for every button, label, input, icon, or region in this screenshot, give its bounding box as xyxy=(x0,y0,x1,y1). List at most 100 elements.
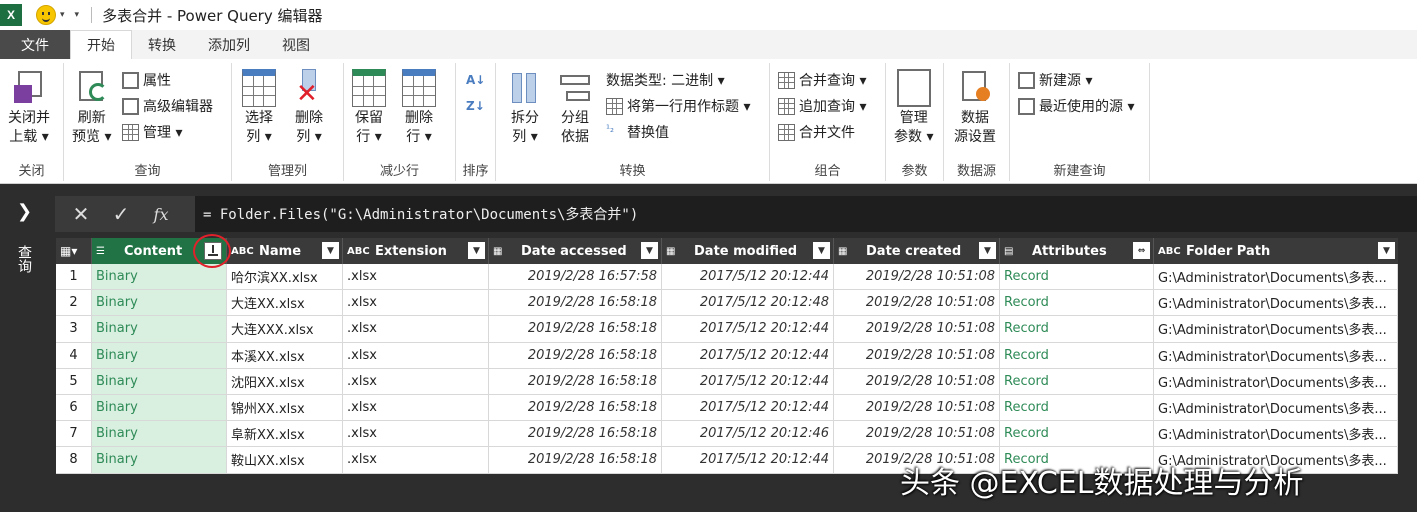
close-apply-button[interactable]: 关闭并 上载 ▾ xyxy=(8,69,50,147)
date-modified-cell[interactable]: 2017/5/12 20:12:46 xyxy=(662,421,834,448)
filter-dropdown-icon[interactable]: ▼ xyxy=(813,242,830,259)
expand-record-icon[interactable]: ⇔ xyxy=(1133,242,1150,259)
row-number[interactable]: 4 xyxy=(56,342,92,369)
group-by-button[interactable]: 分组 依据 xyxy=(558,69,592,147)
date-accessed-cell[interactable]: 2019/2/28 16:58:18 xyxy=(489,316,662,343)
refresh-preview-button[interactable]: 刷新 预览 ▾ xyxy=(72,69,111,147)
content-cell[interactable]: Binary xyxy=(92,368,227,395)
commit-formula-icon[interactable]: ✓ xyxy=(101,196,141,232)
row-number[interactable]: 2 xyxy=(56,290,92,317)
column-header-name[interactable]: ABC Name ▼ xyxy=(227,238,343,264)
date-modified-cell[interactable]: 2017/5/12 20:12:44 xyxy=(662,342,834,369)
formula-input[interactable]: = Folder.Files("G:\Administrator\Documen… xyxy=(195,196,1417,232)
attributes-cell[interactable]: Record xyxy=(1000,368,1154,395)
content-cell[interactable]: Binary xyxy=(92,264,227,291)
choose-columns-button[interactable]: 选择 列 ▾ xyxy=(242,69,276,147)
column-header-date-accessed[interactable]: ▦ Date accessed ▼ xyxy=(489,238,662,264)
quick-access-customize-icon[interactable]: ▾ xyxy=(75,10,80,20)
manage-parameters-button[interactable]: 管理 参数 ▾ xyxy=(894,69,933,147)
date-modified-cell[interactable]: 2017/5/12 20:12:48 xyxy=(662,290,834,317)
smiley-dropdown-icon[interactable]: ▾ xyxy=(60,10,65,20)
extension-cell[interactable]: .xlsx xyxy=(343,421,489,448)
attributes-cell[interactable]: Record xyxy=(1000,316,1154,343)
column-header-date-created[interactable]: ▦ Date created ▼ xyxy=(834,238,1000,264)
tab-add-column[interactable]: 添加列 xyxy=(192,30,266,59)
date-created-cell[interactable]: 2019/2/28 10:51:08 xyxy=(834,290,1000,317)
expand-queries-icon[interactable]: ❯ xyxy=(17,201,32,222)
attributes-cell[interactable]: Record xyxy=(1000,421,1154,448)
table-row[interactable]: 6 Binary 锦州XX.xlsx .xlsx 2019/2/28 16:58:18 2… xyxy=(56,394,1398,422)
append-queries-button[interactable]: 追加查询 ▾ xyxy=(778,95,866,117)
keep-rows-button[interactable]: 保留 行 ▾ xyxy=(352,69,386,147)
advanced-editor-button[interactable]: 高级编辑器 xyxy=(122,95,213,117)
row-number[interactable]: 1 xyxy=(56,264,92,291)
date-modified-cell[interactable]: 2017/5/12 20:12:44 xyxy=(662,264,834,291)
table-row[interactable]: 3 Binary 大连XXX.xlsx .xlsx 2019/2/28 16:58:18… xyxy=(56,316,1398,343)
date-created-cell[interactable]: 2019/2/28 10:51:08 xyxy=(834,342,1000,369)
extension-cell[interactable]: .xlsx xyxy=(343,264,489,291)
date-modified-cell[interactable]: 2017/5/12 20:12:44 xyxy=(662,368,834,395)
tab-home[interactable]: 开始 xyxy=(70,30,132,59)
folder-path-cell[interactable]: G:\Administrator\Documents\多表... xyxy=(1154,316,1398,343)
date-modified-cell[interactable]: 2017/5/12 20:12:44 xyxy=(662,316,834,343)
row-number[interactable]: 7 xyxy=(56,421,92,448)
name-cell[interactable]: 本溪XX.xlsx xyxy=(227,342,343,369)
manage-button[interactable]: 管理 ▾ xyxy=(122,121,182,143)
filter-dropdown-icon[interactable]: ▼ xyxy=(468,242,485,259)
date-accessed-cell[interactable]: 2019/2/28 16:58:18 xyxy=(489,421,662,448)
name-cell[interactable]: 大连XXX.xlsx xyxy=(227,316,343,343)
recent-sources-button[interactable]: 最近使用的源 ▾ xyxy=(1018,95,1134,117)
table-row[interactable]: 1 Binary 哈尔滨XX.xlsx .xlsx 2019/2/28 16:57:58… xyxy=(56,264,1398,291)
content-cell[interactable]: Binary xyxy=(92,290,227,317)
extension-cell[interactable]: .xlsx xyxy=(343,447,489,474)
row-number[interactable]: 8 xyxy=(56,447,92,474)
date-modified-cell[interactable]: 2017/5/12 20:12:44 xyxy=(662,394,834,422)
name-cell[interactable]: 阜新XX.xlsx xyxy=(227,421,343,448)
date-accessed-cell[interactable]: 2019/2/28 16:58:18 xyxy=(489,394,662,422)
replace-values-button[interactable]: ¹₂ 替换值 xyxy=(606,121,669,143)
name-cell[interactable]: 沈阳XX.xlsx xyxy=(227,368,343,395)
column-header-attributes[interactable]: ▤ Attributes ⇔ xyxy=(1000,238,1154,264)
tab-file[interactable]: 文件 xyxy=(0,30,70,59)
split-column-button[interactable]: 拆分 列 ▾ xyxy=(508,69,542,147)
fx-icon[interactable]: fx xyxy=(141,196,181,232)
row-number[interactable]: 5 xyxy=(56,368,92,395)
table-row[interactable]: 5 Binary 沈阳XX.xlsx .xlsx 2019/2/28 16:58:18 2… xyxy=(56,368,1398,395)
attributes-cell[interactable]: Record xyxy=(1000,290,1154,317)
remove-columns-button[interactable]: ✕ 删除 列 ▾ xyxy=(292,69,326,147)
name-cell[interactable]: 鞍山XX.xlsx xyxy=(227,447,343,474)
column-header-folder-path[interactable]: ABC Folder Path ▼ xyxy=(1154,238,1398,264)
folder-path-cell[interactable]: G:\Administrator\Documents\多表... xyxy=(1154,290,1398,317)
data-type-dropdown[interactable]: 数据类型: 二进制 ▾ xyxy=(606,69,725,91)
date-accessed-cell[interactable]: 2019/2/28 16:58:18 xyxy=(489,342,662,369)
date-accessed-cell[interactable]: 2019/2/28 16:58:18 xyxy=(489,368,662,395)
date-created-cell[interactable]: 2019/2/28 10:51:08 xyxy=(834,368,1000,395)
tab-transform[interactable]: 转换 xyxy=(132,30,192,59)
date-created-cell[interactable]: 2019/2/28 10:51:08 xyxy=(834,316,1000,343)
combine-files-button[interactable]: 合并文件 xyxy=(778,121,855,143)
folder-path-cell[interactable]: G:\Administrator\Documents\多表... xyxy=(1154,394,1398,422)
attributes-cell[interactable]: Record xyxy=(1000,342,1154,369)
column-header-date-modified[interactable]: ▦ Date modified ▼ xyxy=(662,238,834,264)
cancel-formula-icon[interactable]: ✕ xyxy=(61,196,101,232)
table-row[interactable]: 2 Binary 大连XX.xlsx .xlsx 2019/2/28 16:58:18 2… xyxy=(56,290,1398,317)
content-cell[interactable]: Binary xyxy=(92,421,227,448)
attributes-cell[interactable]: Record xyxy=(1000,394,1154,422)
extension-cell[interactable]: .xlsx xyxy=(343,342,489,369)
folder-path-cell[interactable]: G:\Administrator\Documents\多表... xyxy=(1154,264,1398,291)
filter-dropdown-icon[interactable]: ▼ xyxy=(322,242,339,259)
name-cell[interactable]: 锦州XX.xlsx xyxy=(227,394,343,422)
column-header-extension[interactable]: ABC Extension ▼ xyxy=(343,238,489,264)
content-cell[interactable]: Binary xyxy=(92,316,227,343)
attributes-cell[interactable]: Record xyxy=(1000,264,1154,291)
date-accessed-cell[interactable]: 2019/2/28 16:57:58 xyxy=(489,264,662,291)
date-created-cell[interactable]: 2019/2/28 10:51:08 xyxy=(834,394,1000,422)
remove-rows-button[interactable]: 删除 行 ▾ xyxy=(402,69,436,147)
sort-ascending-button[interactable]: A↓ xyxy=(466,69,485,91)
table-row[interactable]: 7 Binary 阜新XX.xlsx .xlsx 2019/2/28 16:58:18 2… xyxy=(56,421,1398,448)
extension-cell[interactable]: .xlsx xyxy=(343,368,489,395)
new-source-button[interactable]: 新建源 ▾ xyxy=(1018,69,1092,91)
date-accessed-cell[interactable]: 2019/2/28 16:58:18 xyxy=(489,447,662,474)
filter-dropdown-icon[interactable]: ▼ xyxy=(641,242,658,259)
data-source-settings-button[interactable]: 数据 源设置 xyxy=(954,69,996,147)
